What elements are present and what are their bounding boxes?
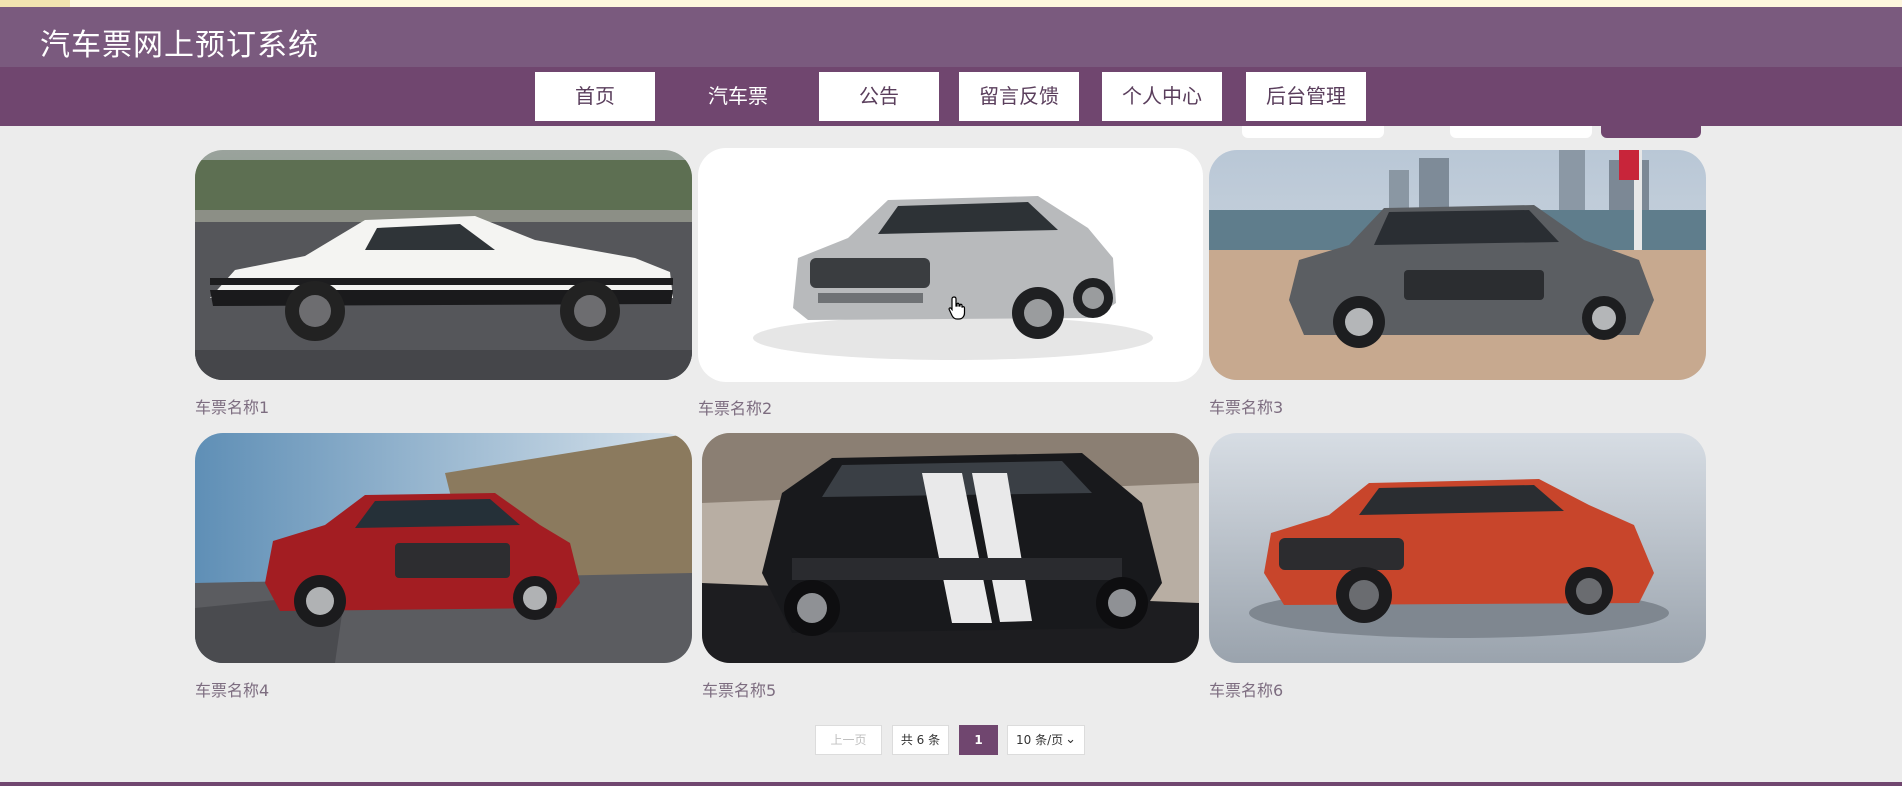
ticket-name[interactable]: 车票名称1 <box>195 394 269 418</box>
prev-page-button[interactable]: 上一页 <box>815 725 882 755</box>
car-image[interactable] <box>195 433 692 663</box>
ticket-card[interactable]: 车票名称4 <box>195 433 692 701</box>
nav-admin[interactable]: 后台管理 <box>1246 72 1366 121</box>
hidden-control <box>1601 126 1701 138</box>
main-nav: 首页 汽车票 公告 留言反馈 个人中心 后台管理 <box>0 67 1902 126</box>
site-title: 汽车票网上预订系统 <box>40 28 319 63</box>
total-count: 共 6 条 <box>892 725 949 755</box>
ticket-card[interactable]: 车票名称6 <box>1209 433 1706 701</box>
footer-line <box>0 782 1902 786</box>
hidden-control <box>1450 126 1592 138</box>
ticket-name[interactable]: 车票名称3 <box>1209 394 1283 418</box>
car-image[interactable] <box>702 433 1199 663</box>
site-header: 汽车票网上预订系统 <box>0 7 1902 67</box>
car-image[interactable] <box>1209 433 1706 663</box>
ticket-name[interactable]: 车票名称4 <box>195 677 269 701</box>
nav-feedback[interactable]: 留言反馈 <box>959 72 1079 121</box>
ticket-card[interactable]: 车票名称3 <box>1209 150 1706 418</box>
hand-cursor-icon <box>948 296 966 325</box>
nav-announcements[interactable]: 公告 <box>819 72 939 121</box>
hidden-control <box>1242 126 1384 138</box>
ticket-card[interactable]: 车票名称2 <box>698 148 1203 419</box>
car-image[interactable] <box>1209 150 1706 380</box>
page-size-select[interactable]: 10 条/页 ⌄ <box>1007 725 1085 755</box>
ticket-name[interactable]: 车票名称2 <box>698 395 772 419</box>
ticket-card[interactable]: 车票名称5 <box>702 433 1199 701</box>
nav-bus-tickets[interactable]: 汽车票 <box>678 72 798 121</box>
car-image[interactable] <box>698 148 1203 382</box>
page-size-label: 10 条/页 <box>1016 733 1064 747</box>
top-strip <box>0 0 1902 7</box>
ticket-name[interactable]: 车票名称6 <box>1209 677 1283 701</box>
ticket-name[interactable]: 车票名称5 <box>702 677 776 701</box>
nav-home[interactable]: 首页 <box>535 72 655 121</box>
nav-personal-center[interactable]: 个人中心 <box>1102 72 1222 121</box>
page-1-button[interactable]: 1 <box>959 725 998 755</box>
chevron-down-icon: ⌄ <box>1065 732 1076 747</box>
ticket-card[interactable]: 车票名称1 <box>195 150 692 418</box>
car-image[interactable] <box>195 150 692 380</box>
